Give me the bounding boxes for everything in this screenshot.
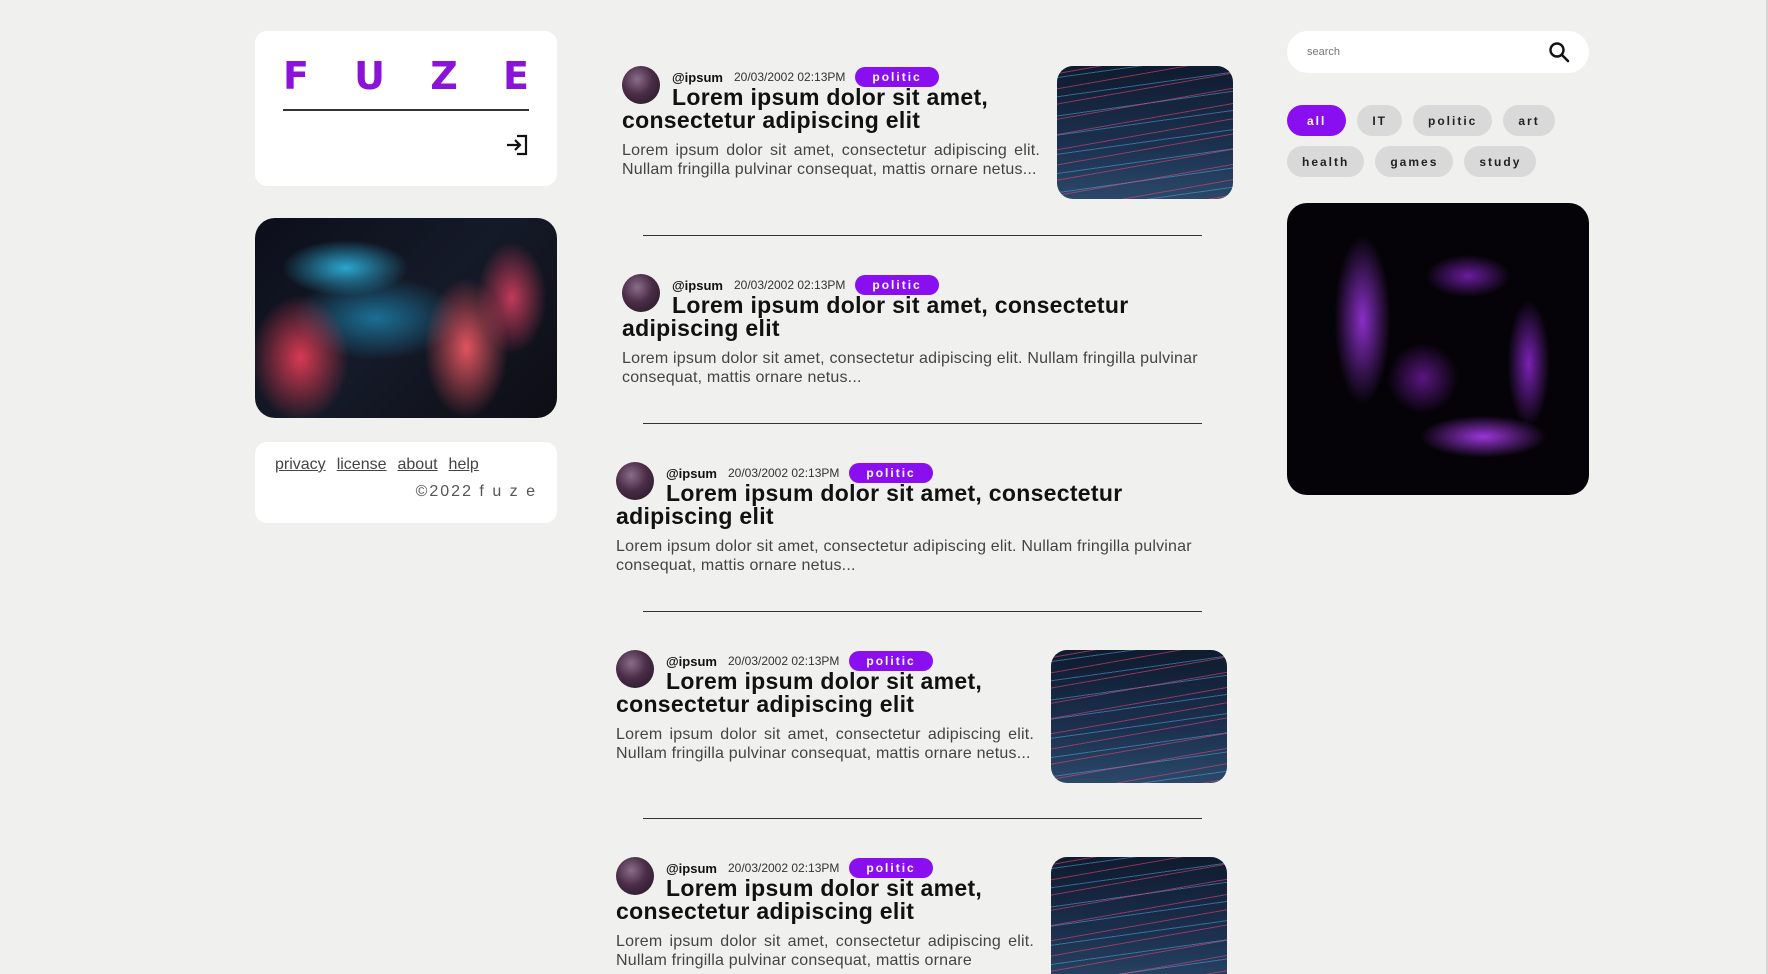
category-health[interactable]: health bbox=[1287, 146, 1365, 177]
post-divider bbox=[643, 611, 1202, 612]
login-icon[interactable] bbox=[503, 131, 531, 159]
category-it[interactable]: IT bbox=[1357, 105, 1403, 136]
search-input[interactable] bbox=[1305, 45, 1547, 59]
logo-letter: Z bbox=[430, 54, 458, 98]
copyright: ©2022 f u z e bbox=[415, 483, 537, 500]
post-title[interactable]: Lorem ipsum dolor sit amet, consectetur … bbox=[616, 877, 1056, 923]
post-date: 20/03/2002 02:13PM bbox=[727, 654, 840, 668]
post-author[interactable]: @ipsum bbox=[666, 654, 717, 669]
post-excerpt: Lorem ipsum dolor sit amet, consectetur … bbox=[622, 350, 1198, 386]
footer-card: privacy license about help ©2022 f u z e bbox=[255, 442, 557, 523]
logo-letter: E bbox=[503, 54, 529, 98]
post-card[interactable]: @ipsum 20/03/2002 02:13PM politic Lorem … bbox=[622, 274, 1240, 394]
category-filters: all IT politic art health games study bbox=[1287, 105, 1589, 177]
post-thumbnail[interactable] bbox=[1051, 650, 1227, 783]
privacy-link[interactable]: privacy bbox=[275, 456, 326, 474]
purple-abstract-image bbox=[1287, 203, 1589, 495]
post-author[interactable]: @ipsum bbox=[672, 70, 723, 85]
post-card[interactable]: @ipsum 20/03/2002 02:13PM politic Lorem … bbox=[616, 857, 1234, 974]
post-excerpt: Lorem ipsum dolor sit amet, consectetur … bbox=[622, 142, 1040, 178]
post-card[interactable]: @ipsum 20/03/2002 02:13PM politic Lorem … bbox=[622, 66, 1240, 206]
logo-letter: U bbox=[354, 54, 386, 98]
post-date: 20/03/2002 02:13PM bbox=[733, 70, 846, 84]
help-link[interactable]: help bbox=[449, 456, 479, 474]
post-card[interactable]: @ipsum 20/03/2002 02:13PM politic Lorem … bbox=[616, 650, 1234, 790]
post-card[interactable]: @ipsum 20/03/2002 02:13PM politic Lorem … bbox=[616, 462, 1234, 582]
post-thumbnail[interactable] bbox=[1057, 66, 1233, 199]
post-title[interactable]: Lorem ipsum dolor sit amet, consectetur … bbox=[622, 86, 1062, 132]
post-author[interactable]: @ipsum bbox=[666, 466, 717, 481]
post-date: 20/03/2002 02:13PM bbox=[733, 278, 846, 292]
post-title[interactable]: Lorem ipsum dolor sit amet, consectetur … bbox=[616, 670, 1056, 716]
post-excerpt: Lorem ipsum dolor sit amet, consectetur … bbox=[616, 538, 1192, 574]
category-all[interactable]: all bbox=[1287, 105, 1347, 136]
category-art[interactable]: art bbox=[1503, 105, 1555, 136]
search-icon[interactable] bbox=[1547, 40, 1571, 64]
category-study[interactable]: study bbox=[1464, 146, 1537, 177]
post-divider bbox=[643, 423, 1202, 424]
search-bar bbox=[1287, 31, 1589, 73]
category-games[interactable]: games bbox=[1375, 146, 1454, 177]
brand-logo[interactable]: F U Z E bbox=[283, 57, 529, 111]
post-author[interactable]: @ipsum bbox=[672, 278, 723, 293]
post-excerpt: Lorem ipsum dolor sit amet, consectetur … bbox=[616, 933, 1034, 969]
logo-card: F U Z E bbox=[255, 31, 557, 186]
post-excerpt: Lorem ipsum dolor sit amet, consectetur … bbox=[616, 726, 1034, 762]
post-date: 20/03/2002 02:13PM bbox=[727, 861, 840, 875]
about-link[interactable]: about bbox=[398, 456, 438, 474]
footer-links: privacy license about help bbox=[275, 456, 537, 474]
post-divider bbox=[643, 818, 1202, 819]
category-politic[interactable]: politic bbox=[1413, 105, 1493, 136]
post-divider bbox=[643, 235, 1202, 236]
license-link[interactable]: license bbox=[337, 456, 387, 474]
abstract-art-image bbox=[255, 218, 557, 418]
logo-letter: F bbox=[283, 54, 309, 98]
post-title[interactable]: Lorem ipsum dolor sit amet, consectetur … bbox=[616, 482, 1226, 528]
post-thumbnail[interactable] bbox=[1051, 857, 1227, 974]
post-author[interactable]: @ipsum bbox=[666, 861, 717, 876]
post-date: 20/03/2002 02:13PM bbox=[727, 466, 840, 480]
post-title[interactable]: Lorem ipsum dolor sit amet, consectetur … bbox=[622, 294, 1232, 340]
